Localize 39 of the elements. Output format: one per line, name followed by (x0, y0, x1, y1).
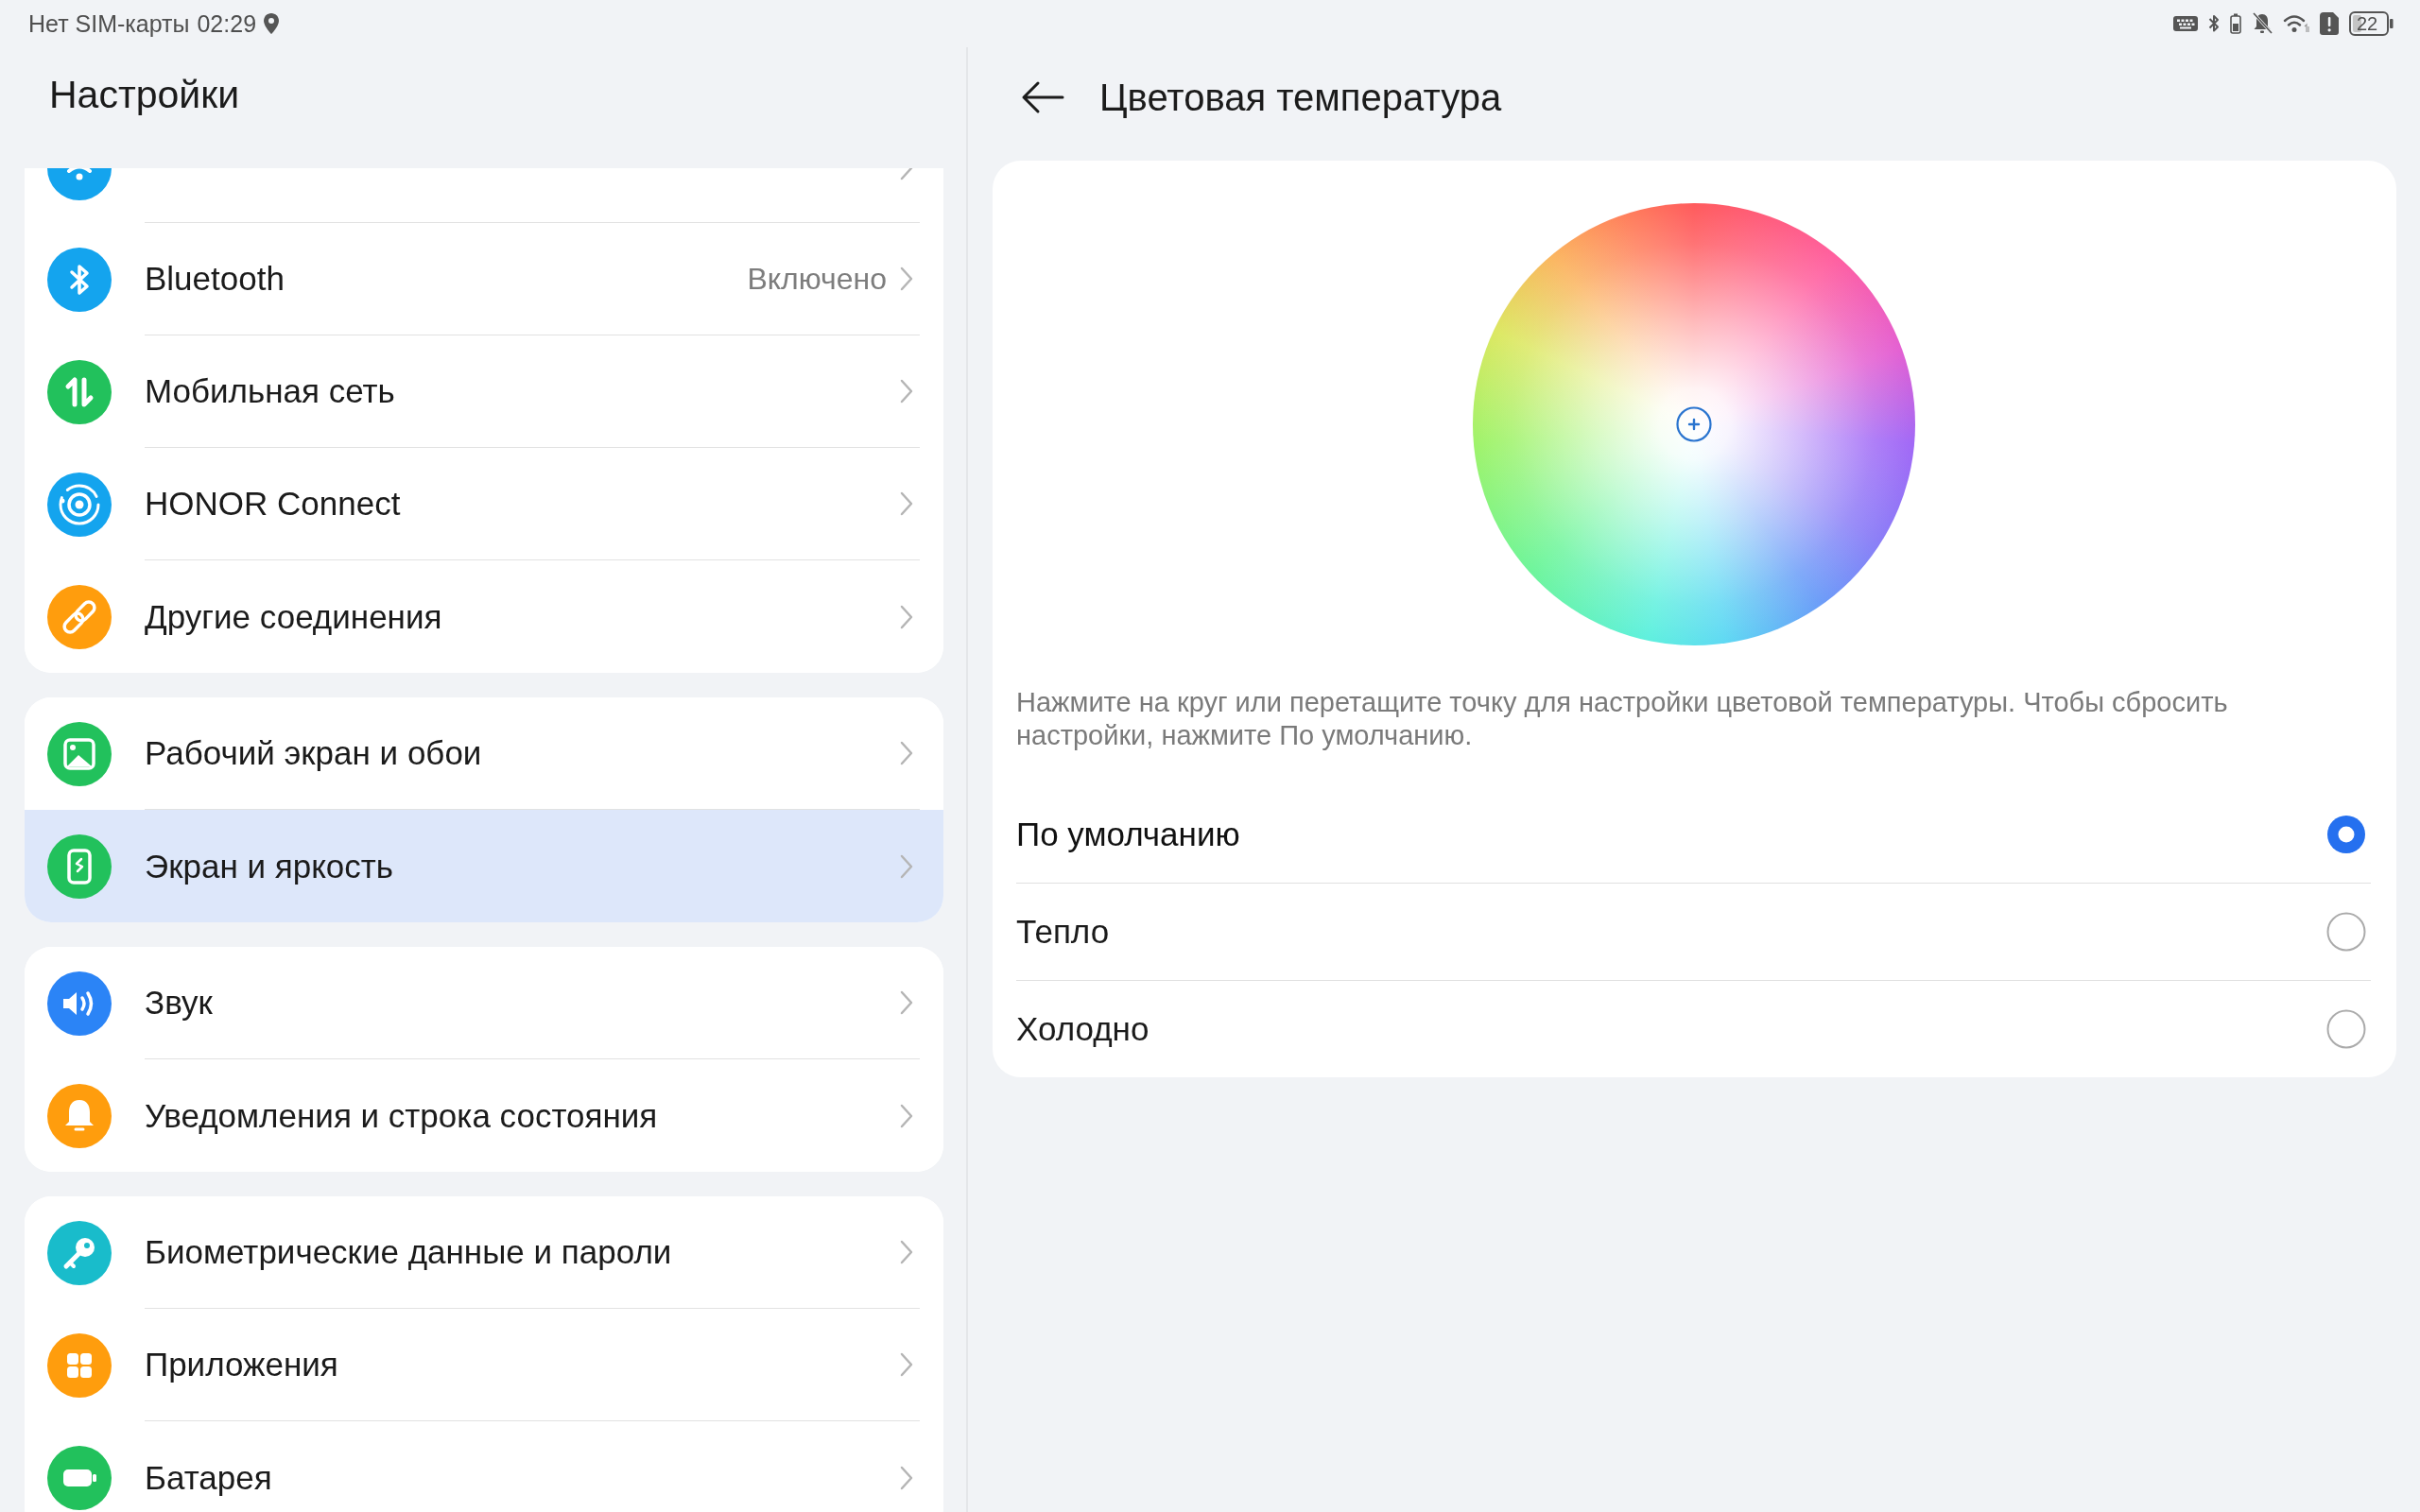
hint-text: Нажмите на круг или перетащите точку для настройки цветовой температуры. Чтобы сбросить настройки, нажмите По умолчанию. (1016, 686, 2229, 752)
plus-circle-icon[interactable] (1675, 406, 1712, 442)
wifi-icon (2283, 13, 2309, 34)
chevron-right-icon (900, 604, 913, 629)
settings-item[interactable]: Звук (25, 947, 943, 1059)
radio-button[interactable] (2326, 1009, 2366, 1049)
bluetooth-icon (2208, 13, 2220, 34)
chevron-right-icon (900, 1103, 913, 1128)
radio-button[interactable] (2326, 912, 2366, 952)
chevron-right-icon (900, 379, 913, 404)
chevron-right-icon (900, 168, 913, 180)
sim-alert-icon (2320, 12, 2339, 35)
back-button[interactable] (1021, 80, 1064, 114)
device-battery-icon (2230, 13, 2241, 34)
settings-item[interactable]: Экран и яркость (25, 810, 943, 922)
chevron-right-icon (900, 853, 913, 879)
chevron-right-icon (900, 1352, 913, 1377)
keyboard-icon (2173, 16, 2198, 31)
location-pin-icon (264, 13, 280, 34)
item-value: Включено (747, 261, 887, 298)
page-title: Цветовая температура (1099, 76, 1502, 119)
chevron-right-icon (900, 1465, 913, 1490)
chevron-right-icon (900, 990, 913, 1015)
sidebar-title: Настройки (49, 74, 240, 115)
battery-percentage: 22 (2357, 12, 2378, 36)
settings-item[interactable]: Рабочий экран и обои (25, 697, 943, 810)
chevron-right-icon (900, 741, 913, 765)
clock: 02:29 (197, 9, 257, 38)
chevron-right-icon (900, 1240, 913, 1264)
option-row[interactable]: Холодно (1016, 981, 2371, 1077)
arrow-left-icon (1021, 80, 1064, 114)
carrier-name: Нет SIM-карты (28, 9, 190, 38)
option-row[interactable]: По умолчанию (1016, 786, 2371, 884)
bell-slash-icon (2252, 12, 2273, 35)
chevron-right-icon (900, 266, 913, 291)
battery-icon (2349, 11, 2394, 36)
radio-button[interactable] (2326, 815, 2366, 854)
chevron-right-icon (900, 491, 913, 516)
option-row[interactable]: Тепло (1016, 884, 2371, 981)
